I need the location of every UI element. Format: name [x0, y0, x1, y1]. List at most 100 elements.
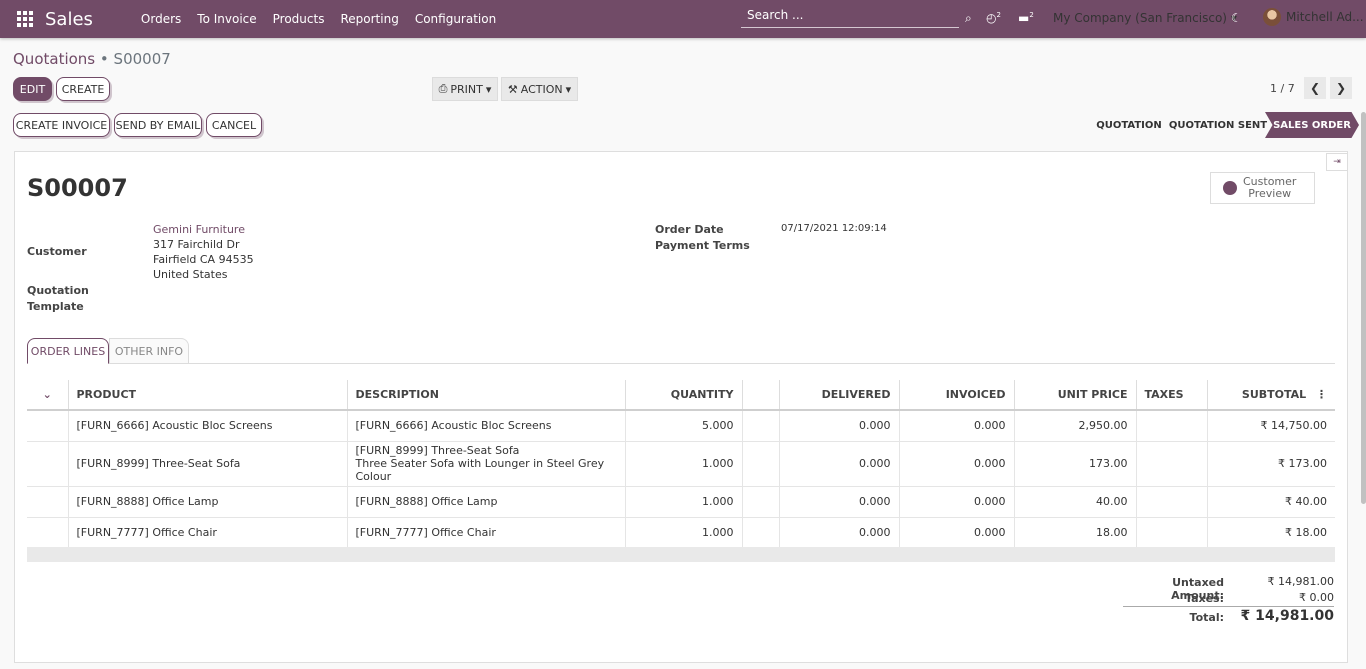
cell-description[interactable]: [FURN_6666] Acoustic Bloc Screens	[347, 409, 626, 441]
menu-products[interactable]: Products	[273, 12, 325, 26]
edit-button[interactable]: EDIT	[13, 77, 52, 101]
customer-label: Customer	[27, 245, 87, 258]
app-title[interactable]: Sales	[45, 9, 93, 30]
order-name: S00007	[27, 174, 128, 202]
company-name: My Company (San Francisco)	[1053, 11, 1227, 25]
breadcrumb-parent[interactable]: Quotations	[13, 50, 95, 68]
table-row[interactable]: [FURN_6666] Acoustic Bloc Screens [FURN_…	[27, 409, 1335, 441]
order-lines-table: ⌄ PRODUCT DESCRIPTION QUANTITY DELIVERED…	[27, 380, 1335, 562]
create-button[interactable]: CREATE	[56, 77, 110, 101]
breadcrumb: Quotations • S00007	[13, 50, 171, 68]
create-invoice-button[interactable]: CREATE INVOICE	[13, 113, 110, 137]
cell-subtotal: ₹ 173.00	[1207, 440, 1335, 486]
cell-quantity[interactable]: 1.000	[625, 440, 743, 486]
cell-quantity[interactable]: 5.000	[625, 409, 743, 441]
next-record-icon[interactable]: ❯	[1330, 77, 1352, 99]
col-unit-price[interactable]: UNIT PRICE	[1014, 380, 1137, 411]
total-value: ₹ 14,981.00	[1240, 608, 1334, 624]
table-row[interactable]: [FURN_8888] Office Lamp [FURN_8888] Offi…	[27, 485, 1335, 517]
send-by-email-button[interactable]: SEND BY EMAIL	[114, 113, 202, 137]
status-sales-order[interactable]: SALES ORDER	[1265, 112, 1359, 138]
menu-orders[interactable]: Orders	[141, 12, 181, 26]
cancel-button[interactable]: CANCEL	[206, 113, 262, 137]
action-dropdown[interactable]: ⚒ ACTION ▾	[501, 77, 578, 101]
payment-terms-label: Payment Terms	[655, 239, 750, 252]
cell-product[interactable]: [FURN_7777] Office Chair	[68, 516, 348, 547]
breadcrumb-current: S00007	[113, 50, 171, 68]
status-quotation-sent[interactable]: QUOTATION SENT	[1166, 112, 1270, 138]
cell-delivered[interactable]: 0.000	[779, 485, 900, 517]
apps-menu-icon[interactable]	[8, 11, 42, 27]
cell-description[interactable]: [FURN_8888] Office Lamp	[347, 485, 626, 517]
col-description[interactable]: DESCRIPTION	[347, 380, 626, 411]
col-subtotal[interactable]: SUBTOTAL ⋮	[1207, 380, 1335, 411]
col-taxes[interactable]: TAXES	[1136, 380, 1208, 411]
customer-preview-button[interactable]: Customer Preview	[1210, 172, 1315, 204]
taxes-value: ₹ 0.00	[1299, 591, 1334, 604]
col-product[interactable]: PRODUCT	[68, 380, 348, 411]
tab-other-info[interactable]: OTHER INFO	[109, 338, 189, 364]
description-line1: [FURN_8999] Three-Seat Sofa	[355, 444, 520, 457]
company-switcher[interactable]: My Company (San Francisco) ▾	[1053, 11, 1237, 25]
sort-chevron-icon[interactable]: ⌄	[27, 380, 69, 411]
print-dropdown[interactable]: ⎙ PRINT ▾	[432, 77, 498, 101]
pager-value[interactable]: 1 / 7	[1270, 82, 1295, 95]
previous-record-icon[interactable]: ❮	[1304, 77, 1326, 99]
status-quotation[interactable]: QUOTATION	[1094, 112, 1164, 138]
cell-unit-price[interactable]: 18.00	[1014, 516, 1137, 547]
col-delivered[interactable]: DELIVERED	[779, 380, 900, 411]
cell-invoiced: 0.000	[899, 485, 1015, 517]
untaxed-amount-value: ₹ 14,981.00	[1267, 575, 1334, 588]
col-invoiced[interactable]: INVOICED	[899, 380, 1015, 411]
cell-quantity[interactable]: 1.000	[625, 516, 743, 547]
cell-taxes[interactable]	[1136, 485, 1208, 517]
col-quantity[interactable]: QUANTITY	[625, 380, 743, 411]
cell-taxes[interactable]	[1136, 516, 1208, 547]
cell-product[interactable]: [FURN_8888] Office Lamp	[68, 485, 348, 517]
preview-label-line2: Preview	[1248, 187, 1292, 200]
cell-delivered[interactable]: 0.000	[779, 516, 900, 547]
menu-reporting[interactable]: Reporting	[340, 12, 398, 26]
cell-taxes[interactable]	[1136, 440, 1208, 486]
cell-delivered[interactable]: 0.000	[779, 409, 900, 441]
cell-quantity[interactable]: 1.000	[625, 485, 743, 517]
quotation-template-label: Quotation Template	[27, 283, 89, 315]
cell-description[interactable]: [FURN_8999] Three-Seat Sofa Three Seater …	[347, 440, 626, 486]
cell-product[interactable]: [FURN_6666] Acoustic Bloc Screens	[68, 409, 348, 441]
totals-divider	[1123, 606, 1334, 607]
table-row[interactable]: [FURN_7777] Office Chair [FURN_7777] Off…	[27, 516, 1335, 547]
cell-description[interactable]: [FURN_7777] Office Chair	[347, 516, 626, 547]
cell-product[interactable]: [FURN_8999] Three-Seat Sofa	[68, 440, 348, 486]
customer-name[interactable]: Gemini Furniture	[153, 223, 245, 236]
cell-spacer	[742, 440, 780, 486]
wrench-icon: ⚒	[507, 82, 518, 96]
activity-count: 2	[996, 11, 1001, 19]
tabs-divider	[27, 363, 1335, 364]
menu-to-invoice[interactable]: To Invoice	[197, 12, 256, 26]
dark-mode-icon[interactable]: ☾	[1231, 11, 1242, 25]
cell-taxes[interactable]	[1136, 409, 1208, 441]
messages-icon[interactable]: ▬2	[1018, 11, 1034, 25]
search-input[interactable]: Search ...	[741, 6, 959, 28]
scrollbar[interactable]	[1361, 112, 1366, 504]
cell-unit-price[interactable]: 40.00	[1014, 485, 1137, 517]
order-date-label: Order Date	[655, 223, 724, 236]
cell-delivered[interactable]: 0.000	[779, 440, 900, 486]
optional-columns-icon[interactable]: ⋮	[1316, 388, 1327, 401]
address-line3: United States	[153, 268, 228, 281]
collapse-chatter-icon[interactable]: ⇥	[1326, 153, 1348, 171]
cell-unit-price[interactable]: 2,950.00	[1014, 409, 1137, 441]
cell-invoiced: 0.000	[899, 440, 1015, 486]
user-menu[interactable]: Mitchell Ad...	[1263, 8, 1364, 26]
address-line1: 317 Fairchild Dr	[153, 238, 240, 251]
search-icon[interactable]: ⌕	[965, 11, 972, 26]
cell-unit-price[interactable]: 173.00	[1014, 440, 1137, 486]
tab-order-lines[interactable]: ORDER LINES	[27, 338, 109, 364]
total-label: Total:	[1189, 611, 1224, 624]
activity-icon[interactable]: ◴2	[986, 11, 1001, 25]
table-row[interactable]: [FURN_8999] Three-Seat Sofa [FURN_8999] …	[27, 440, 1335, 486]
message-count: 2	[1029, 11, 1034, 19]
user-name: Mitchell Ad...	[1286, 10, 1364, 24]
cell-subtotal: ₹ 18.00	[1207, 516, 1335, 547]
menu-configuration[interactable]: Configuration	[415, 12, 496, 26]
